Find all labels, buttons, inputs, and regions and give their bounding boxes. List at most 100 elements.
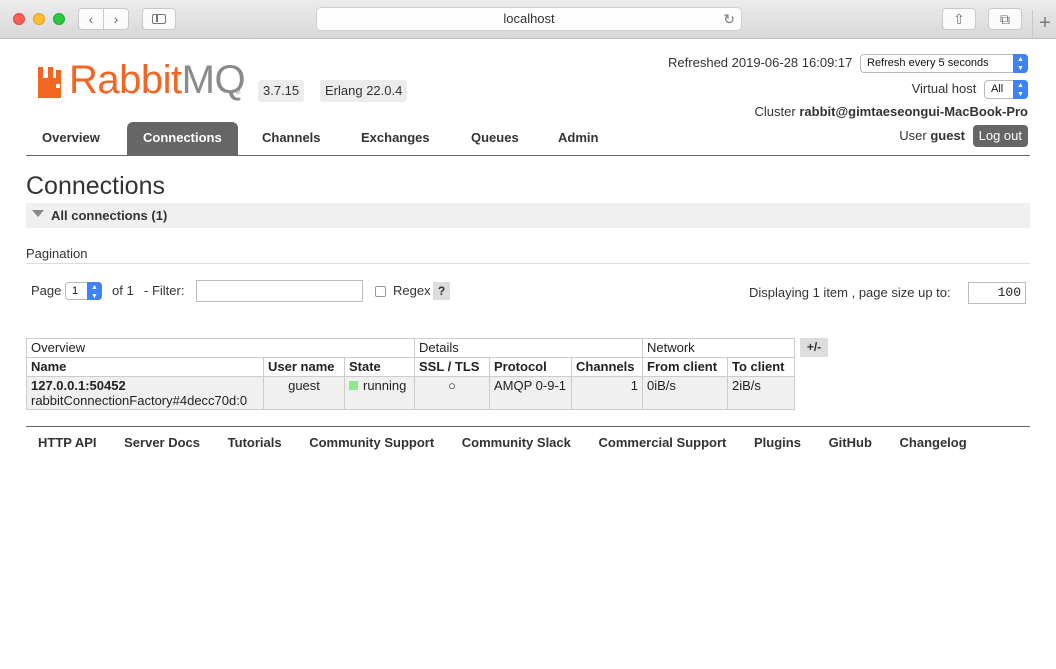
page-size-input[interactable]: 100 [968, 282, 1026, 304]
filter-input[interactable] [196, 280, 363, 302]
select-arrows-icon: ▲ ▼ [87, 282, 102, 300]
refresh-interval-select[interactable]: Refresh every 5 seconds ▲ ▼ [860, 54, 1028, 73]
state-text: running [363, 378, 407, 393]
footer-link-github[interactable]: GitHub [829, 435, 872, 450]
running-status-icon [349, 381, 358, 390]
col-to-client[interactable]: To client [727, 357, 795, 377]
new-tab-button[interactable]: + [1032, 10, 1056, 38]
col-name[interactable]: Name [26, 357, 264, 377]
col-protocol[interactable]: Protocol [489, 357, 572, 377]
tab-overview[interactable]: Overview [26, 122, 116, 155]
column-header-row: Name User name State SSL / TLS Protocol … [26, 357, 795, 377]
cluster-name: rabbit@gimtaeseongui-MacBook-Pro [799, 104, 1028, 119]
pagination-title: Pagination [26, 246, 88, 261]
all-connections-section-toggle[interactable]: All connections (1) [26, 203, 1030, 228]
ssl-cell: ○ [414, 376, 490, 410]
protocol-cell: AMQP 0-9-1 [489, 376, 572, 410]
select-arrows-icon: ▲ ▼ [1013, 54, 1028, 73]
tab-exchanges[interactable]: Exchanges [345, 122, 446, 155]
tab-channels[interactable]: Channels [246, 122, 337, 155]
table-row: 127.0.0.1:50452 rabbitConnectionFactory#… [26, 376, 795, 410]
main-nav: Overview Connections Channels Exchanges … [26, 122, 1030, 156]
back-button[interactable]: ‹ [78, 8, 104, 30]
connection-link[interactable]: 127.0.0.1:50452 [31, 378, 126, 393]
plus-icon: + [1039, 12, 1051, 34]
footer-link-tutorials[interactable]: Tutorials [228, 435, 282, 450]
vhost-row: Virtual host All ▲ ▼ [912, 80, 1028, 99]
footer-links: HTTP API Server Docs Tutorials Community… [26, 435, 979, 450]
footer-link-server-docs[interactable]: Server Docs [124, 435, 200, 450]
show-tabs-button[interactable]: ⧉ [988, 8, 1022, 30]
column-toggle-button[interactable]: +/- [800, 338, 828, 357]
channels-cell: 1 [571, 376, 643, 410]
forward-icon: › [113, 11, 119, 27]
footer-link-community-support[interactable]: Community Support [309, 435, 434, 450]
sidebar-toggle-button[interactable] [142, 8, 176, 30]
group-network: Network [642, 338, 795, 358]
tab-admin[interactable]: Admin [542, 122, 614, 155]
footer-link-http-api[interactable]: HTTP API [38, 435, 97, 450]
page-label: Page [31, 283, 62, 298]
page-select[interactable]: 1 ▲ ▼ [65, 282, 102, 300]
page-select-wrap: 1 ▲ ▼ [65, 282, 102, 300]
tab-connections[interactable]: Connections [127, 122, 238, 155]
footer-link-plugins[interactable]: Plugins [754, 435, 801, 450]
group-details: Details [414, 338, 643, 358]
refresh-interval-value: Refresh every 5 seconds [867, 57, 989, 69]
version-badge: 3.7.15 [258, 80, 305, 102]
page-select-value: 1 [72, 285, 79, 297]
user-cell: guest [263, 376, 345, 410]
group-overview: Overview [26, 338, 415, 358]
tabs-icon: ⧉ [1000, 11, 1010, 27]
share-button[interactable]: ⇧ [942, 8, 976, 30]
footer-link-commercial-support[interactable]: Commercial Support [599, 435, 727, 450]
cluster-row: Cluster rabbit@gimtaeseongui-MacBook-Pro [755, 104, 1028, 119]
close-window-button[interactable] [13, 13, 25, 25]
rabbitmq-logo-icon [38, 67, 61, 98]
minimize-window-button[interactable] [33, 13, 45, 25]
filter-label: - Filter: [144, 283, 185, 298]
sidebar-icon [152, 14, 166, 24]
connection-name-cell: 127.0.0.1:50452 rabbitConnectionFactory#… [26, 376, 264, 410]
select-arrows-icon: ▲ ▼ [1013, 80, 1028, 99]
pagination-divider [26, 263, 1030, 264]
section-label: All connections (1) [51, 208, 168, 223]
url-text: localhost [503, 11, 555, 26]
zoom-window-button[interactable] [53, 13, 65, 25]
col-state[interactable]: State [344, 357, 415, 377]
vhost-select[interactable]: All ▲ ▼ [984, 80, 1028, 99]
footer-link-changelog[interactable]: Changelog [900, 435, 967, 450]
connections-table: Overview Details Network Name User name … [26, 338, 795, 410]
col-ssl-tls[interactable]: SSL / TLS [414, 357, 490, 377]
browser-toolbar: ‹ › localhost ↻ ⇧ ⧉ + [0, 0, 1056, 39]
footer-divider [26, 426, 1030, 427]
refresh-status: Refreshed 2019-06-28 16:09:17 Refresh ev… [668, 54, 1028, 73]
col-channels[interactable]: Channels [571, 357, 643, 377]
regex-checkbox[interactable] [375, 286, 386, 297]
footer-link-community-slack[interactable]: Community Slack [462, 435, 571, 450]
refreshed-label: Refreshed [668, 54, 729, 70]
column-group-row: Overview Details Network [26, 338, 795, 358]
tab-queues[interactable]: Queues [455, 122, 535, 155]
col-user-name[interactable]: User name [263, 357, 345, 377]
page-of-label: of 1 [112, 283, 134, 298]
back-icon: ‹ [88, 11, 94, 27]
col-from-client[interactable]: From client [642, 357, 728, 377]
displaying-label: Displaying 1 item , page size up to: [749, 285, 951, 300]
vhost-value: All [991, 83, 1004, 95]
vhost-label: Virtual host [911, 80, 977, 96]
connection-subname: rabbitConnectionFactory#4decc70d:0 [31, 393, 248, 408]
to-client-cell: 2iB/s [727, 376, 795, 410]
rabbitmq-logo[interactable]: RabbitMQ TM [37, 58, 247, 102]
collapse-triangle-icon [32, 210, 44, 217]
forward-button[interactable]: › [103, 8, 129, 30]
address-bar[interactable]: localhost ↻ [316, 7, 742, 31]
regex-label: Regex [393, 283, 431, 298]
regex-help-button[interactable]: ? [433, 282, 450, 300]
share-icon: ⇧ [953, 11, 965, 27]
reload-icon[interactable]: ↻ [723, 8, 735, 30]
state-cell: running [344, 376, 415, 410]
logo-text: RabbitMQ [69, 58, 246, 103]
refreshed-time: 2019-06-28 16:09:17 [731, 54, 853, 70]
cluster-label: Cluster [754, 104, 796, 119]
